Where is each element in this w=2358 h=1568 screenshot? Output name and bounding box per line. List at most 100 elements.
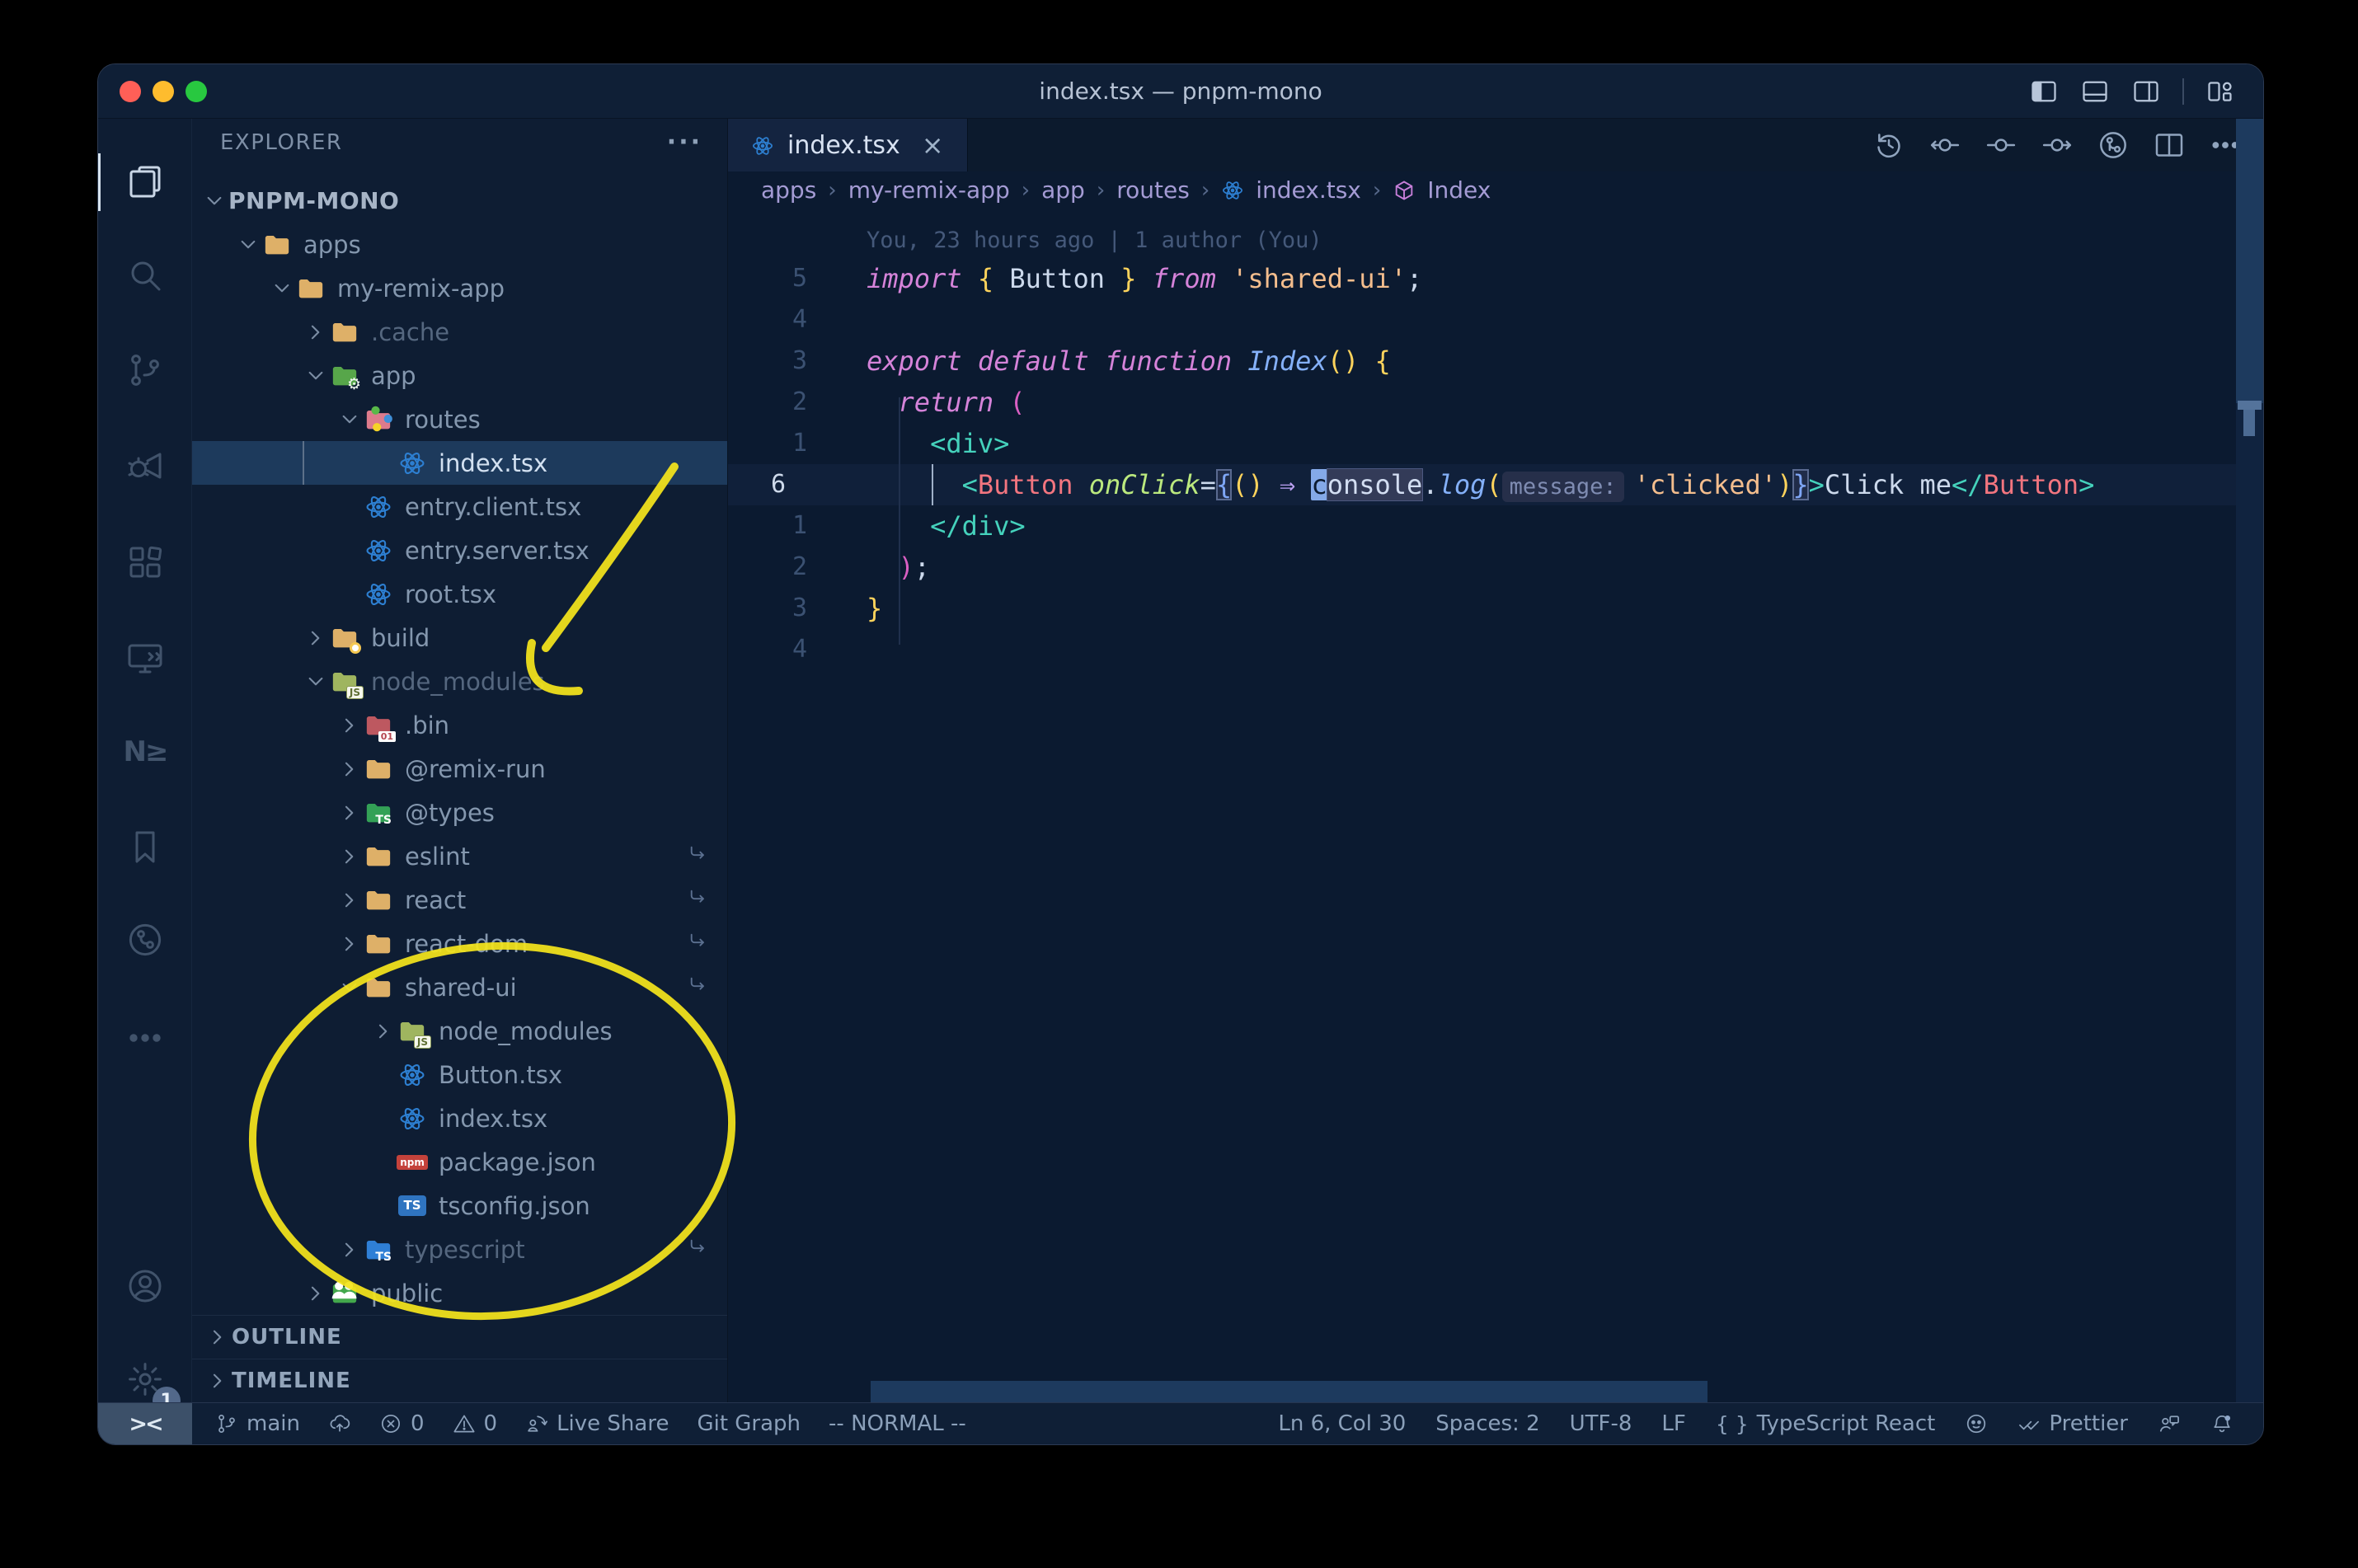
tree-item-tsconfig-json[interactable]: TS tsconfig.json [192, 1184, 727, 1228]
react-icon [364, 580, 393, 609]
tree-item-react[interactable]: react [192, 878, 727, 922]
activity-source-control[interactable] [98, 326, 192, 414]
breadcrumb-item[interactable]: my-remix-app [848, 176, 1010, 204]
tree-item-node-modules[interactable]: JS node_modules [192, 660, 727, 703]
code-area[interactable]: You, 23 hours ago | 1 author (You) 5 imp… [728, 209, 2236, 1402]
layout-panel-icon[interactable] [2080, 77, 2110, 106]
activity-extensions[interactable] [98, 519, 192, 606]
breadcrumb-symbol[interactable]: Index [1427, 176, 1491, 204]
tree-item-shared-ui[interactable]: shared-ui [192, 965, 727, 1009]
tree-item-build[interactable]: build [192, 616, 727, 660]
status-item-live-share[interactable]: Live Share [525, 1411, 669, 1436]
tree-item--types[interactable]: TS @types [192, 791, 727, 834]
status-item-main[interactable]: main [215, 1411, 300, 1436]
line-number: 1 [791, 511, 807, 540]
split-editor-icon[interactable] [2153, 129, 2186, 162]
status-item-0[interactable]: 0 [379, 1411, 425, 1436]
activity-bar: N≥ 1 [98, 119, 192, 1415]
status-item--normal-[interactable]: -- NORMAL -- [829, 1411, 966, 1436]
line-number: 6 [771, 470, 787, 499]
tree-root-pnpm-mono[interactable]: PNPM-MONO [192, 179, 727, 223]
breadcrumb-file[interactable]: index.tsx [1256, 176, 1361, 204]
status-item-bell-dot[interactable] [2210, 1412, 2234, 1435]
layout-sidebar-right-icon[interactable] [2131, 77, 2161, 106]
chevron-right-icon [336, 843, 364, 871]
close-window-button[interactable] [120, 81, 141, 102]
tab-index-tsx[interactable]: index.tsx × [728, 119, 968, 171]
editor-group[interactable]: index.tsx × apps › my-remix-app › app › routes… [728, 119, 2263, 1402]
folder-tan-icon [262, 230, 292, 260]
code-line: 1 <div> [728, 423, 2236, 464]
chevron-right-icon [369, 1017, 397, 1045]
tree-item-my-remix-app[interactable]: my-remix-app [192, 266, 727, 310]
line-number: 2 [791, 387, 807, 416]
status-item-typescript-react[interactable]: { } TypeScript React [1716, 1411, 1935, 1436]
breadcrumb-item[interactable]: apps [761, 176, 816, 204]
activity-bookmarks[interactable] [98, 803, 192, 890]
zoom-window-button[interactable] [186, 81, 207, 102]
tree-item-package-json[interactable]: npm package.json [192, 1140, 727, 1184]
chevron-right-icon [204, 1367, 232, 1395]
code-line: 3 } [728, 588, 2236, 629]
layout-customize-icon[interactable] [2205, 77, 2235, 106]
tree-item--remix-run[interactable]: @remix-run [192, 747, 727, 791]
octoface-icon [1965, 1412, 1988, 1435]
status-item-git-graph[interactable]: Git Graph [697, 1411, 801, 1436]
tree-item-react-dom[interactable]: react-dom [192, 922, 727, 965]
status-item-prettier[interactable]: Prettier [2017, 1411, 2128, 1436]
minimize-window-button[interactable] [153, 81, 174, 102]
activity-search[interactable] [98, 232, 192, 319]
activity-git-graph[interactable] [98, 896, 192, 984]
gitlens-current-icon[interactable] [1985, 129, 2017, 162]
symlink-icon [688, 843, 709, 871]
tree-item-button-tsx[interactable]: Button.tsx [192, 1053, 727, 1096]
breadcrumb-item[interactable]: app [1041, 176, 1085, 204]
tree-item--cache[interactable]: .cache [192, 310, 727, 354]
status-item-ln-6-col-30[interactable]: Ln 6, Col 30 [1278, 1411, 1406, 1436]
tree-item-public[interactable]: public [192, 1271, 727, 1315]
symlink-icon [688, 886, 709, 914]
tree-item-entry-server-tsx[interactable]: entry.server.tsx [192, 528, 727, 572]
tree-item-app[interactable]: ⚙ app [192, 354, 727, 397]
activity-run-debug[interactable] [98, 422, 192, 509]
panel-timeline[interactable]: TIMELINE [192, 1359, 727, 1402]
tree-item-routes[interactable]: routes [192, 397, 727, 441]
gitlens-forward-icon[interactable] [2041, 129, 2074, 162]
layout-sidebar-left-icon[interactable] [2029, 77, 2059, 106]
activity-more[interactable] [98, 994, 192, 1082]
breadcrumb-item[interactable]: routes [1116, 176, 1190, 204]
tree-item-index-tsx[interactable]: index.tsx [192, 441, 727, 485]
activity-account[interactable] [98, 1242, 192, 1330]
tab-close-icon[interactable]: × [922, 129, 944, 161]
activity-explorer[interactable] [98, 138, 192, 226]
tree-item-entry-client-tsx[interactable]: entry.client.tsx [192, 485, 727, 528]
tree-item-typescript[interactable]: TS typescript [192, 1228, 727, 1271]
tree-item--bin[interactable]: 01 .bin [192, 703, 727, 747]
status-item-lf[interactable]: LF [1661, 1411, 1685, 1436]
remote-indicator[interactable]: >< [98, 1403, 192, 1444]
status-item-spaces-2[interactable]: Spaces: 2 [1435, 1411, 1539, 1436]
branch-circle-icon[interactable] [2097, 129, 2130, 162]
chevron-right-icon [302, 318, 330, 346]
explorer-more-actions-icon[interactable]: ··· [667, 128, 702, 157]
tree-item-apps[interactable]: apps [192, 223, 727, 266]
gitlens-back-icon[interactable] [1928, 129, 1961, 162]
status-item-utf-8[interactable]: UTF-8 [1570, 1411, 1632, 1436]
status-item-sync[interactable] [328, 1412, 351, 1435]
tree-item-index-tsx[interactable]: index.tsx [192, 1096, 727, 1140]
horizontal-scrollbar[interactable] [871, 1381, 1707, 1402]
activity-remote-explorer[interactable] [98, 615, 192, 702]
panel-outline[interactable]: OUTLINE [192, 1315, 727, 1359]
vertical-scrollbar[interactable] [2236, 119, 2263, 1402]
tree-item-eslint[interactable]: eslint [192, 834, 727, 878]
history-icon[interactable] [1872, 129, 1905, 162]
code-line: 1 </div> [728, 505, 2236, 547]
status-item-feedback[interactable] [2158, 1412, 2181, 1435]
code-line: 5 import { Button } from 'shared-ui'; [728, 258, 2236, 299]
status-item-0[interactable]: 0 [453, 1411, 497, 1436]
folder-nm-icon: JS [397, 1016, 431, 1049]
tree-item-node-modules[interactable]: JS node_modules [192, 1009, 727, 1053]
status-item-octoface[interactable] [1965, 1412, 1988, 1435]
tree-item-root-tsx[interactable]: root.tsx [192, 572, 727, 616]
activity-nx[interactable]: N≥ [98, 708, 192, 796]
